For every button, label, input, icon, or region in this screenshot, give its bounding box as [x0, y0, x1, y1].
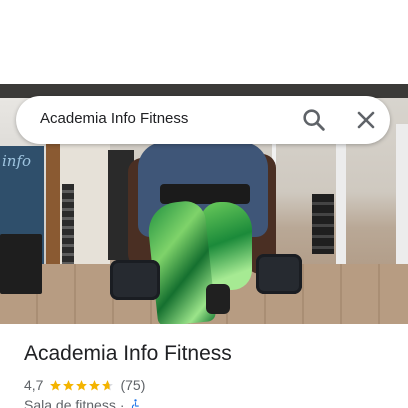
rating-value: 4,7: [24, 377, 44, 393]
search-icon[interactable]: [300, 106, 328, 134]
search-bar[interactable]: Academia Info Fitness: [16, 96, 390, 144]
photo-machine-frame-right: [336, 124, 408, 284]
star-icon: [89, 379, 101, 390]
star-rating: [49, 379, 114, 392]
photo-logo-text: info: [2, 152, 32, 170]
photo-dumbbell-right: [256, 254, 302, 294]
review-count[interactable]: (75): [120, 377, 145, 393]
wheelchair-accessible-icon: [131, 399, 139, 408]
photo-shoe: [206, 284, 230, 314]
separator-dot: ·: [119, 397, 125, 408]
photo-pillar: [46, 138, 60, 268]
star-icon: [63, 379, 75, 390]
star-icon: [76, 379, 88, 390]
photo-weight-rack: [62, 184, 74, 264]
star-icon: [50, 379, 62, 390]
close-icon[interactable]: [352, 106, 380, 134]
maps-place-screen: info Academia Info Fitness Academia Info…: [0, 0, 408, 408]
category-row: Sala de fitness ·: [24, 396, 142, 408]
rating-row[interactable]: 4,7 (75): [24, 376, 145, 394]
photo-dumbbell-left: [110, 260, 160, 300]
search-input[interactable]: Academia Info Fitness: [40, 110, 188, 127]
place-category: Sala de fitness: [24, 397, 116, 408]
star-half-icon: [102, 379, 114, 390]
photo-weight-stack: [312, 194, 334, 254]
place-title: Academia Info Fitness: [24, 342, 232, 365]
photo-bench: [0, 234, 42, 294]
photo-belt: [160, 184, 250, 204]
